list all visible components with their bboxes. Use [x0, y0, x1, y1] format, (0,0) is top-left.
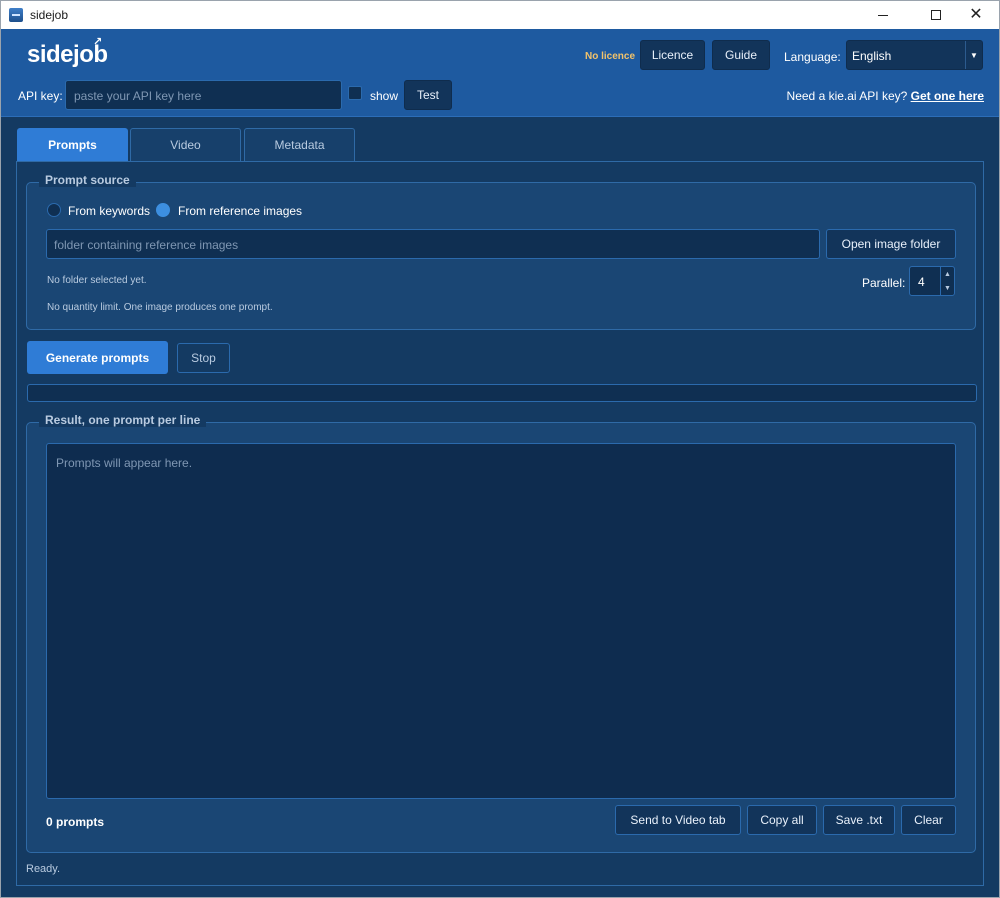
minimize-button[interactable]: [860, 1, 906, 29]
get-key-link[interactable]: Get one here: [911, 89, 984, 103]
window-title: sidejob: [30, 8, 69, 22]
language-value: English: [852, 49, 892, 63]
need-key-label: Need a kie.ai API key?: [786, 89, 908, 103]
result-group: Result, one prompt per line Prompts will…: [26, 413, 976, 853]
prompts-textarea[interactable]: Prompts will appear here.: [46, 443, 956, 799]
chevron-down-icon: ▼: [965, 41, 982, 69]
test-button[interactable]: Test: [404, 80, 452, 110]
logo-arrow-icon: ↗: [93, 36, 102, 48]
status-bar: Ready.: [26, 863, 61, 875]
parallel-value: 4: [918, 275, 925, 289]
radio-from-keywords[interactable]: [47, 203, 61, 217]
api-key-input[interactable]: paste your API key here: [65, 80, 342, 110]
close-icon: ✕: [969, 6, 983, 23]
tab-metadata[interactable]: Metadata: [244, 128, 355, 161]
licence-status: No licence: [585, 51, 636, 62]
parallel-stepper[interactable]: 4 ▲ ▼: [909, 266, 955, 296]
open-image-folder-button[interactable]: Open image folder: [826, 229, 956, 259]
api-key-label: API key:: [18, 89, 63, 103]
minimize-icon: [878, 14, 888, 16]
tab-prompts[interactable]: Prompts: [17, 128, 128, 161]
progress-bar: [27, 384, 977, 402]
result-title: Result, one prompt per line: [39, 413, 207, 427]
quantity-note: No quantity limit. One image produces on…: [47, 302, 273, 313]
licence-button[interactable]: Licence: [640, 40, 705, 70]
need-key-text: Need a kie.ai API key? Get one here: [787, 89, 984, 103]
show-key-checkbox[interactable]: [348, 86, 362, 100]
copy-all-button[interactable]: Copy all: [747, 805, 817, 835]
app-window: sidejob ✕ sidejob ↗ No licence Licence G…: [0, 0, 1000, 898]
stop-button[interactable]: Stop: [177, 343, 230, 373]
folder-path-input[interactable]: folder containing reference images: [46, 229, 820, 259]
logo: sidejob ↗: [27, 36, 108, 69]
close-button[interactable]: ✕: [953, 1, 999, 29]
save-txt-button[interactable]: Save .txt: [823, 805, 895, 835]
generate-prompts-button[interactable]: Generate prompts: [27, 341, 168, 374]
title-bar: sidejob ✕: [1, 1, 999, 29]
prompt-count: 0 prompts: [46, 815, 105, 829]
header: sidejob ↗ No licence Licence Guide Langu…: [1, 29, 999, 117]
send-to-video-button[interactable]: Send to Video tab: [615, 805, 741, 835]
guide-button[interactable]: Guide: [712, 40, 770, 70]
language-select[interactable]: English ▼: [846, 40, 983, 70]
stepper-arrows[interactable]: ▲ ▼: [940, 267, 954, 295]
radio-from-keywords-label: From keywords: [68, 204, 151, 218]
prompts-panel: Prompt source From keywords From referen…: [16, 161, 984, 886]
app-icon: [9, 8, 23, 22]
folder-status: No folder selected yet.: [47, 275, 147, 286]
chevron-down-icon[interactable]: ▼: [944, 285, 951, 292]
prompt-source-title: Prompt source: [39, 173, 136, 187]
tab-video[interactable]: Video: [130, 128, 241, 161]
language-label: Language:: [784, 50, 841, 64]
chevron-up-icon[interactable]: ▲: [944, 271, 951, 278]
radio-from-reference-images-label: From reference images: [178, 204, 303, 218]
parallel-label: Parallel:: [862, 276, 906, 290]
clear-button[interactable]: Clear: [901, 805, 956, 835]
radio-from-reference-images[interactable]: [156, 203, 170, 217]
show-key-label: show: [370, 89, 399, 103]
maximize-icon: [931, 10, 941, 20]
prompt-source-group: Prompt source From keywords From referen…: [26, 173, 976, 330]
